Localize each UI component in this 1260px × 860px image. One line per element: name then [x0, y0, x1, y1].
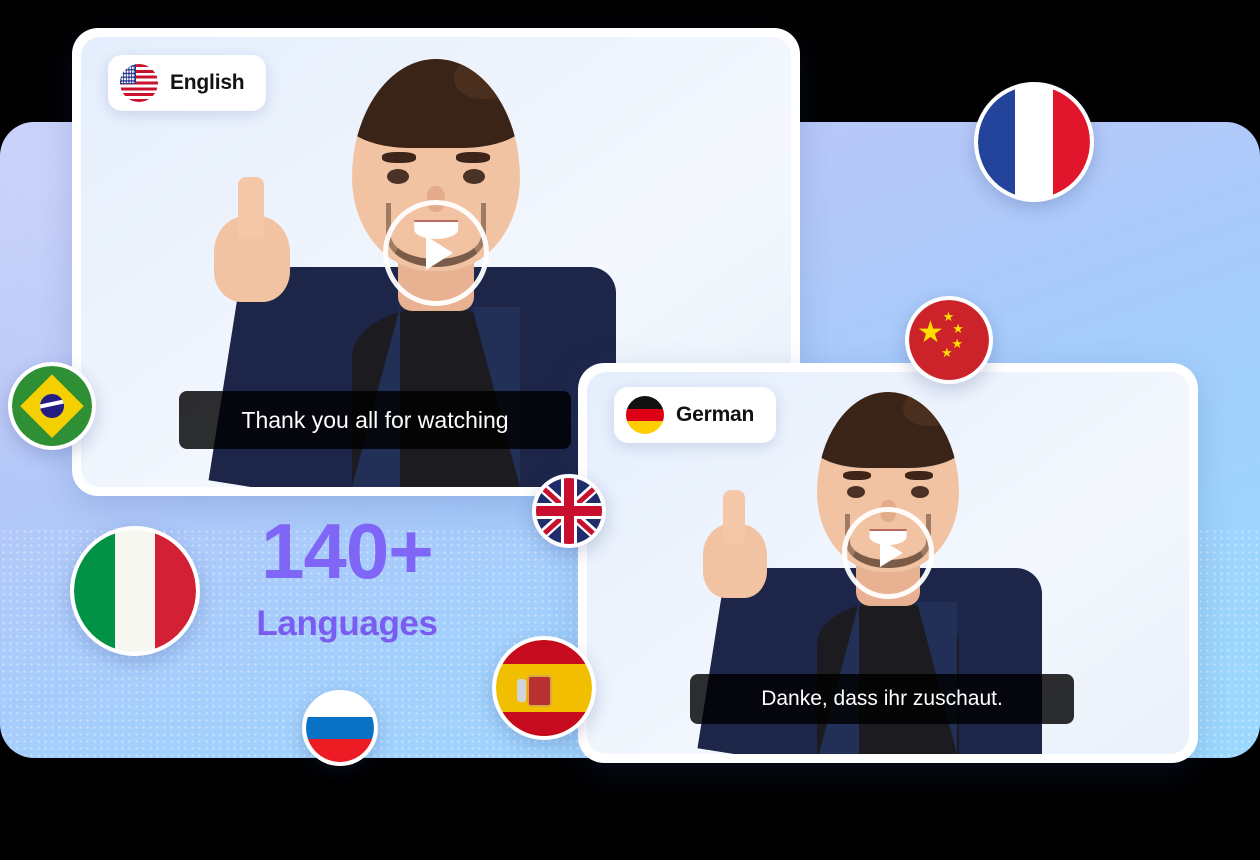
italy-flag-icon — [70, 526, 200, 656]
languages-callout: 140+ Languages — [232, 512, 462, 641]
language-badge-label: English — [170, 71, 245, 94]
play-button-german[interactable] — [842, 507, 934, 599]
presenter-hair — [352, 59, 520, 149]
presenter-index-finger — [238, 177, 264, 239]
language-badge-german[interactable]: German — [614, 387, 777, 443]
languages-count: 140+ — [261, 507, 434, 595]
play-icon — [425, 236, 453, 270]
presenter-hair — [817, 392, 959, 468]
caption-bar-german: Danke, dass ihr zuschaut. — [690, 674, 1074, 724]
caption-text: Thank you all for watching — [241, 406, 509, 433]
caption-text: Danke, dass ihr zuschaut. — [761, 687, 1003, 710]
presenter-brow-right — [905, 471, 934, 481]
presenter-brow-left — [842, 471, 871, 481]
france-flag-icon — [974, 82, 1094, 202]
presenter-eye-left — [387, 169, 410, 185]
spain-flag-icon — [492, 636, 596, 740]
language-badge-label: German — [676, 403, 755, 426]
video-card-german[interactable]: German Danke, dass ihr zuschaut. — [578, 363, 1198, 763]
china-flag-icon: ★ ★ ★ ★ ★ — [905, 296, 993, 384]
presenter-brow-left — [382, 152, 416, 163]
uk-flag-icon — [532, 474, 606, 548]
presenter-index-finger — [723, 490, 745, 544]
presenter-eye-right — [910, 485, 930, 499]
language-badge-english[interactable]: English — [108, 55, 267, 111]
play-icon — [879, 539, 903, 567]
russia-flag-icon — [302, 690, 378, 766]
us-flag-icon — [120, 64, 158, 102]
presenter-eye-right — [462, 169, 485, 185]
play-button-english[interactable] — [383, 200, 489, 306]
promo-graphic: English Thank you all for watching 140+ … — [0, 0, 1260, 860]
presenter-eye-left — [846, 485, 866, 499]
de-flag-icon — [626, 396, 664, 434]
presenter-brow-right — [456, 152, 490, 163]
video-screen-german: German Danke, dass ihr zuschaut. — [587, 372, 1189, 754]
languages-word: Languages — [256, 604, 438, 643]
brazil-flag-icon — [8, 362, 96, 450]
caption-bar-english: Thank you all for watching — [179, 391, 571, 449]
